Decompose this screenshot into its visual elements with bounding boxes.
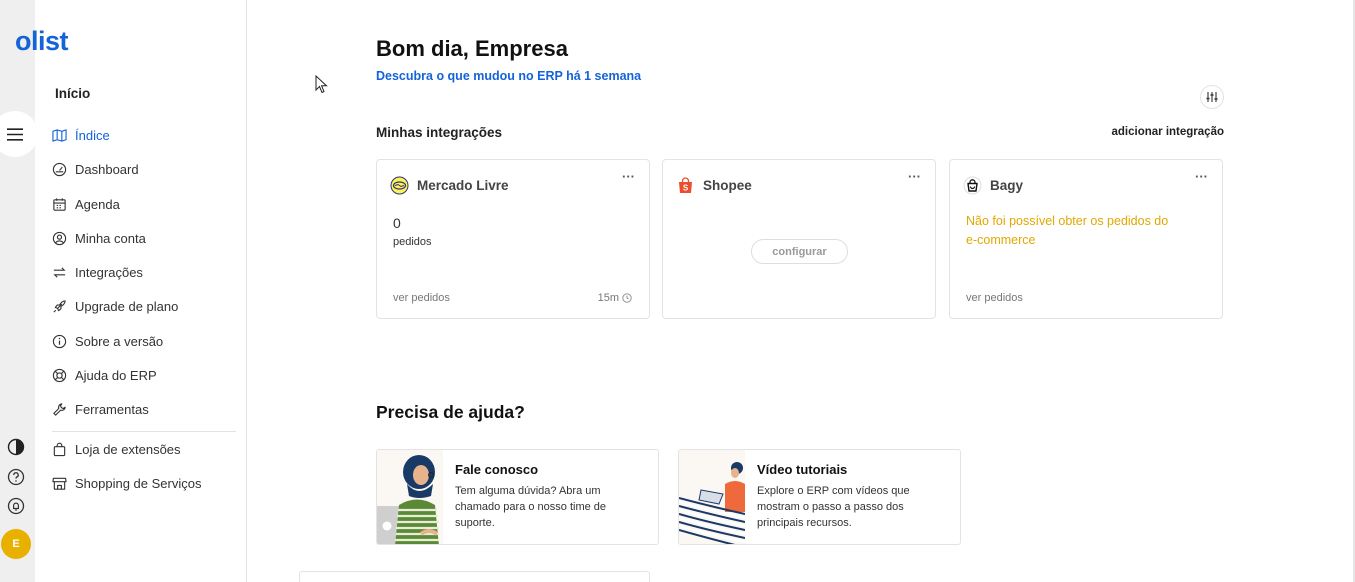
rocket-icon <box>53 299 66 313</box>
calendar-icon <box>53 197 66 211</box>
sync-time-value: 15m <box>597 292 619 304</box>
sliders-icon <box>1206 92 1218 102</box>
sidebar-item-ferramentas[interactable]: Ferramentas <box>52 398 149 420</box>
clock-icon <box>622 293 632 303</box>
contrast-icon[interactable] <box>6 437 25 456</box>
sidebar-divider <box>52 431 236 432</box>
help-card-tutorials[interactable]: Vídeo tutoriais Explore o ERP com vídeos… <box>678 449 961 545</box>
sidebar-item-label: Loja de extensões <box>75 441 181 457</box>
sidebar-item-label: Agenda <box>75 196 120 212</box>
card-title: Mercado Livre <box>417 178 509 193</box>
icon-rail: E <box>0 0 35 582</box>
orders-label: pedidos <box>393 236 432 248</box>
sidebar-item-sobre-versao[interactable]: Sobre a versão <box>52 330 163 352</box>
sidebar-item-minha-conta[interactable]: Minha conta <box>52 227 146 249</box>
hamburger-icon <box>7 127 23 141</box>
main-content: Bom dia, Empresa Descubra o que mudou no… <box>247 0 1355 582</box>
partial-card <box>299 571 650 582</box>
bell-icon[interactable] <box>6 496 25 515</box>
card-menu-button[interactable]: ··· <box>622 169 635 184</box>
sidebar-item-integracoes[interactable]: Integrações <box>52 261 143 283</box>
wrench-icon <box>53 402 66 416</box>
integration-card-shopee[interactable]: S Shopee ··· configurar <box>662 159 936 319</box>
sidebar-item-label: Ferramentas <box>75 401 149 417</box>
help-card-title: Fale conosco <box>455 462 539 477</box>
sidebar-item-upgrade[interactable]: Upgrade de plano <box>52 295 178 317</box>
integrations-title: Minhas integrações <box>376 125 503 140</box>
help-icon[interactable] <box>6 467 25 486</box>
card-header: Bagy <box>963 176 1023 195</box>
storefront-icon <box>52 477 67 490</box>
help-card-text: Tem alguma dúvida? Abra um chamado para … <box>455 485 607 529</box>
sidebar-item-label: Upgrade de plano <box>75 298 179 314</box>
integration-card-mercado-livre[interactable]: Mercado Livre ··· 0 pedidos ver pedidos … <box>376 159 650 319</box>
lifebuoy-icon <box>52 368 67 382</box>
bagy-logo-icon <box>963 176 982 195</box>
sidebar-item-label: Ajuda do ERP <box>75 367 157 383</box>
gauge-icon <box>52 162 67 176</box>
card-header: Mercado Livre <box>390 176 509 195</box>
card-menu-button[interactable]: ··· <box>1195 169 1208 184</box>
card-header: S Shopee <box>676 176 752 195</box>
view-orders-link[interactable]: ver pedidos <box>966 292 1023 304</box>
sidebar-title: Início <box>55 86 91 101</box>
sidebar-item-label: Minha conta <box>75 230 146 246</box>
user-circle-icon <box>52 231 67 245</box>
sidebar-item-loja-extensoes[interactable]: Loja de extensões <box>52 438 181 460</box>
page-title: Bom dia, Empresa <box>376 36 568 61</box>
card-title: Bagy <box>990 178 1024 193</box>
sidebar-item-indice[interactable]: Índice <box>52 124 110 146</box>
map-icon <box>52 128 67 142</box>
sync-time: 15m <box>598 292 632 304</box>
video-tutorial-illustration <box>679 450 745 544</box>
sidebar-item-shopping-servicos[interactable]: Shopping de Serviços <box>52 472 201 494</box>
info-icon <box>52 334 67 348</box>
sidebar-item-label: Sobre a versão <box>75 333 164 349</box>
erp-updates-link[interactable]: Descubra o que mudou no ERP há 1 semana <box>376 69 641 83</box>
shopee-logo-icon: S <box>676 176 695 195</box>
customize-button[interactable] <box>1200 85 1224 109</box>
card-title: Shopee <box>703 178 752 193</box>
support-agent-illustration <box>377 450 443 544</box>
sidebar-item-label: Integrações <box>75 264 143 280</box>
add-integration-link[interactable]: adicionar integração <box>1112 126 1224 138</box>
view-orders-link[interactable]: ver pedidos <box>393 292 450 304</box>
help-card-text: Explore o ERP com vídeos que mostram o p… <box>757 485 910 529</box>
mouse-cursor-icon <box>315 75 328 94</box>
sidebar-item-ajuda-erp[interactable]: Ajuda do ERP <box>52 364 157 386</box>
orders-count: 0 <box>393 215 401 231</box>
svg-text:S: S <box>683 184 689 193</box>
avatar[interactable]: E <box>1 529 31 559</box>
configure-button[interactable]: configurar <box>751 239 848 264</box>
shopping-bag-icon <box>53 442 66 456</box>
sidebar-item-label: Dashboard <box>75 161 139 177</box>
error-message: Não foi possível obter os pedidos do e-c… <box>966 214 1169 247</box>
arrows-exchange-icon <box>53 266 66 278</box>
help-card-contact[interactable]: Fale conosco Tem alguma dúvida? Abra um … <box>376 449 659 545</box>
sidebar-item-label: Índice <box>75 127 110 143</box>
integration-card-bagy[interactable]: Bagy ··· Não foi possível obter os pedid… <box>949 159 1223 319</box>
olist-logo[interactable]: olist <box>15 26 69 57</box>
help-card-title: Vídeo tutoriais <box>757 462 848 477</box>
help-section-title: Precisa de ajuda? <box>376 402 525 422</box>
sidebar: Início Índice Dashboard Agenda Minha con… <box>35 0 247 582</box>
card-menu-button[interactable]: ··· <box>908 169 921 184</box>
sidebar-item-agenda[interactable]: Agenda <box>52 193 120 215</box>
sidebar-item-dashboard[interactable]: Dashboard <box>52 158 139 180</box>
sidebar-item-label: Shopping de Serviços <box>75 475 202 491</box>
mercado-livre-logo-icon <box>390 176 409 195</box>
